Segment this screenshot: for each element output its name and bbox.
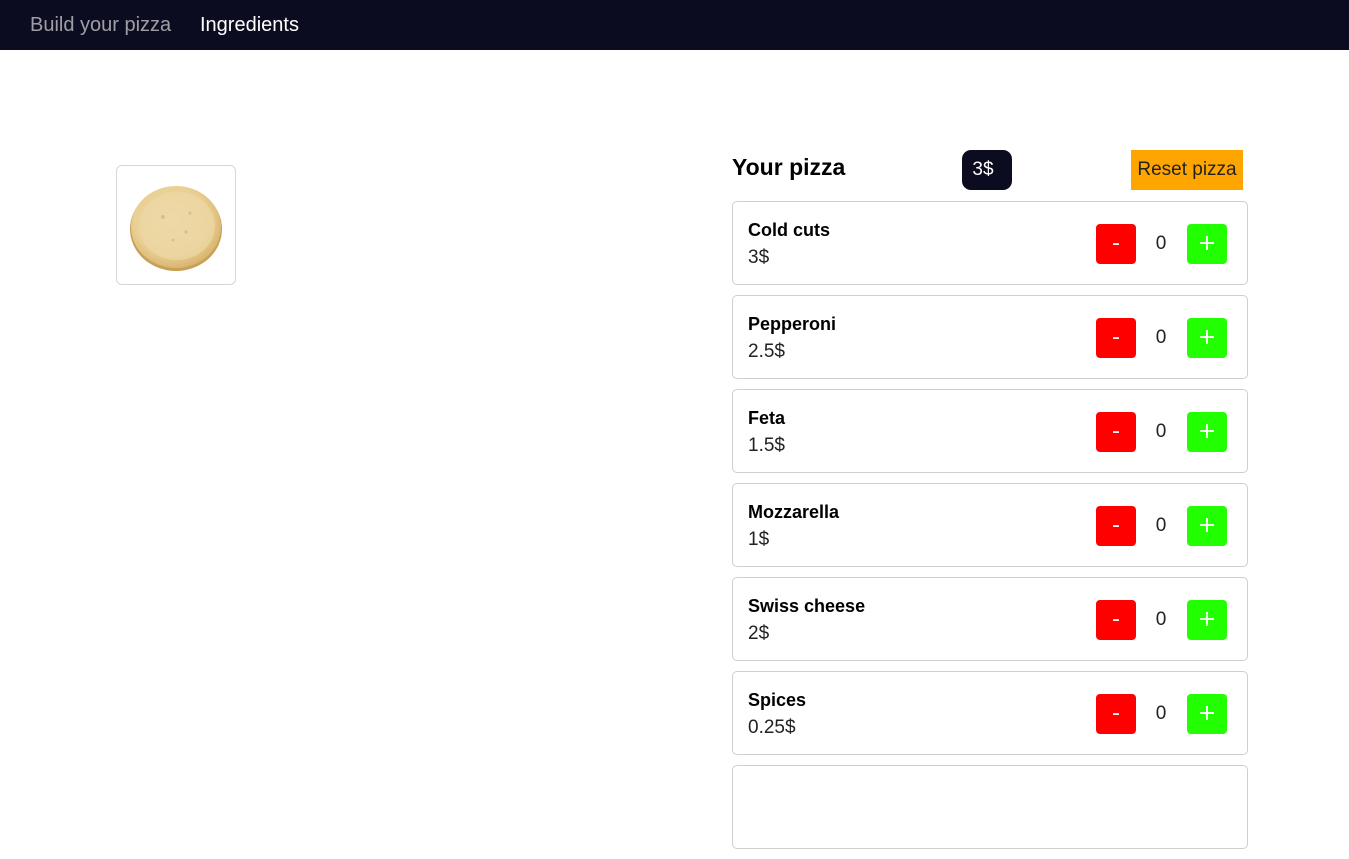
top-navbar: Build your pizza Ingredients: [0, 0, 1349, 50]
ingredient-card-mozzarella: Mozzarella 1$ - 0 +: [732, 483, 1248, 567]
decrease-button[interactable]: -: [1096, 412, 1136, 452]
pizza-preview: [116, 165, 236, 285]
ingredient-quantity: 0: [1155, 703, 1167, 724]
ingredient-name: Swiss cheese: [748, 596, 866, 616]
increase-button[interactable]: +: [1187, 506, 1227, 546]
ingredient-name: Pepperoni: [748, 314, 837, 334]
total-price-badge: 3$: [962, 150, 1012, 190]
ingredient-card-feta: Feta 1.5$ - 0 +: [732, 389, 1248, 473]
ingredient-price: 1$: [748, 529, 770, 550]
nav-ingredients[interactable]: Ingredients: [200, 14, 299, 37]
ingredient-quantity: 0: [1155, 327, 1167, 348]
ingredient-card-spices: Spices 0.25$ - 0 +: [732, 671, 1248, 755]
ingredient-name: Mozzarella: [748, 502, 840, 522]
nav-build-your-pizza[interactable]: Build your pizza: [30, 14, 171, 37]
ingredient-card-pepperoni: Pepperoni 2.5$ - 0 +: [732, 295, 1248, 379]
reset-pizza-button[interactable]: Reset pizza: [1131, 150, 1243, 190]
your-pizza-title: Your pizza: [732, 154, 846, 180]
ingredient-quantity: 0: [1155, 421, 1167, 442]
ingredient-price: 1.5$: [748, 435, 785, 456]
pizza-base-icon: [130, 186, 222, 271]
ingredient-price: 2$: [748, 623, 770, 644]
ingredient-card-swiss-cheese: Swiss cheese 2$ - 0 +: [732, 577, 1248, 661]
increase-button[interactable]: +: [1187, 318, 1227, 358]
ingredient-price: 2.5$: [748, 341, 785, 362]
decrease-button[interactable]: -: [1096, 694, 1136, 734]
ingredient-name: Cold cuts: [748, 220, 831, 240]
ingredient-name: Feta: [748, 408, 786, 428]
ingredient-quantity: 0: [1155, 233, 1167, 254]
decrease-button[interactable]: -: [1096, 224, 1136, 264]
ingredient-price: 3$: [748, 247, 770, 268]
ingredient-card-cold-cuts: Cold cuts 3$ - 0 +: [732, 201, 1248, 285]
increase-button[interactable]: +: [1187, 224, 1227, 264]
ingredient-quantity: 0: [1155, 609, 1167, 630]
increase-button[interactable]: +: [1187, 694, 1227, 734]
increase-button[interactable]: +: [1187, 600, 1227, 640]
ingredient-quantity: 0: [1155, 515, 1167, 536]
decrease-button[interactable]: -: [1096, 600, 1136, 640]
ingredient-name: Spices: [748, 690, 807, 710]
ingredient-card-next: [732, 765, 1248, 849]
decrease-button[interactable]: -: [1096, 318, 1136, 358]
increase-button[interactable]: +: [1187, 412, 1227, 452]
ingredients-list: Cold cuts 3$ - 0 + Pepperoni 2.5$ - 0 + …: [732, 201, 1248, 859]
ingredient-price: 0.25$: [748, 717, 796, 738]
decrease-button[interactable]: -: [1096, 506, 1136, 546]
